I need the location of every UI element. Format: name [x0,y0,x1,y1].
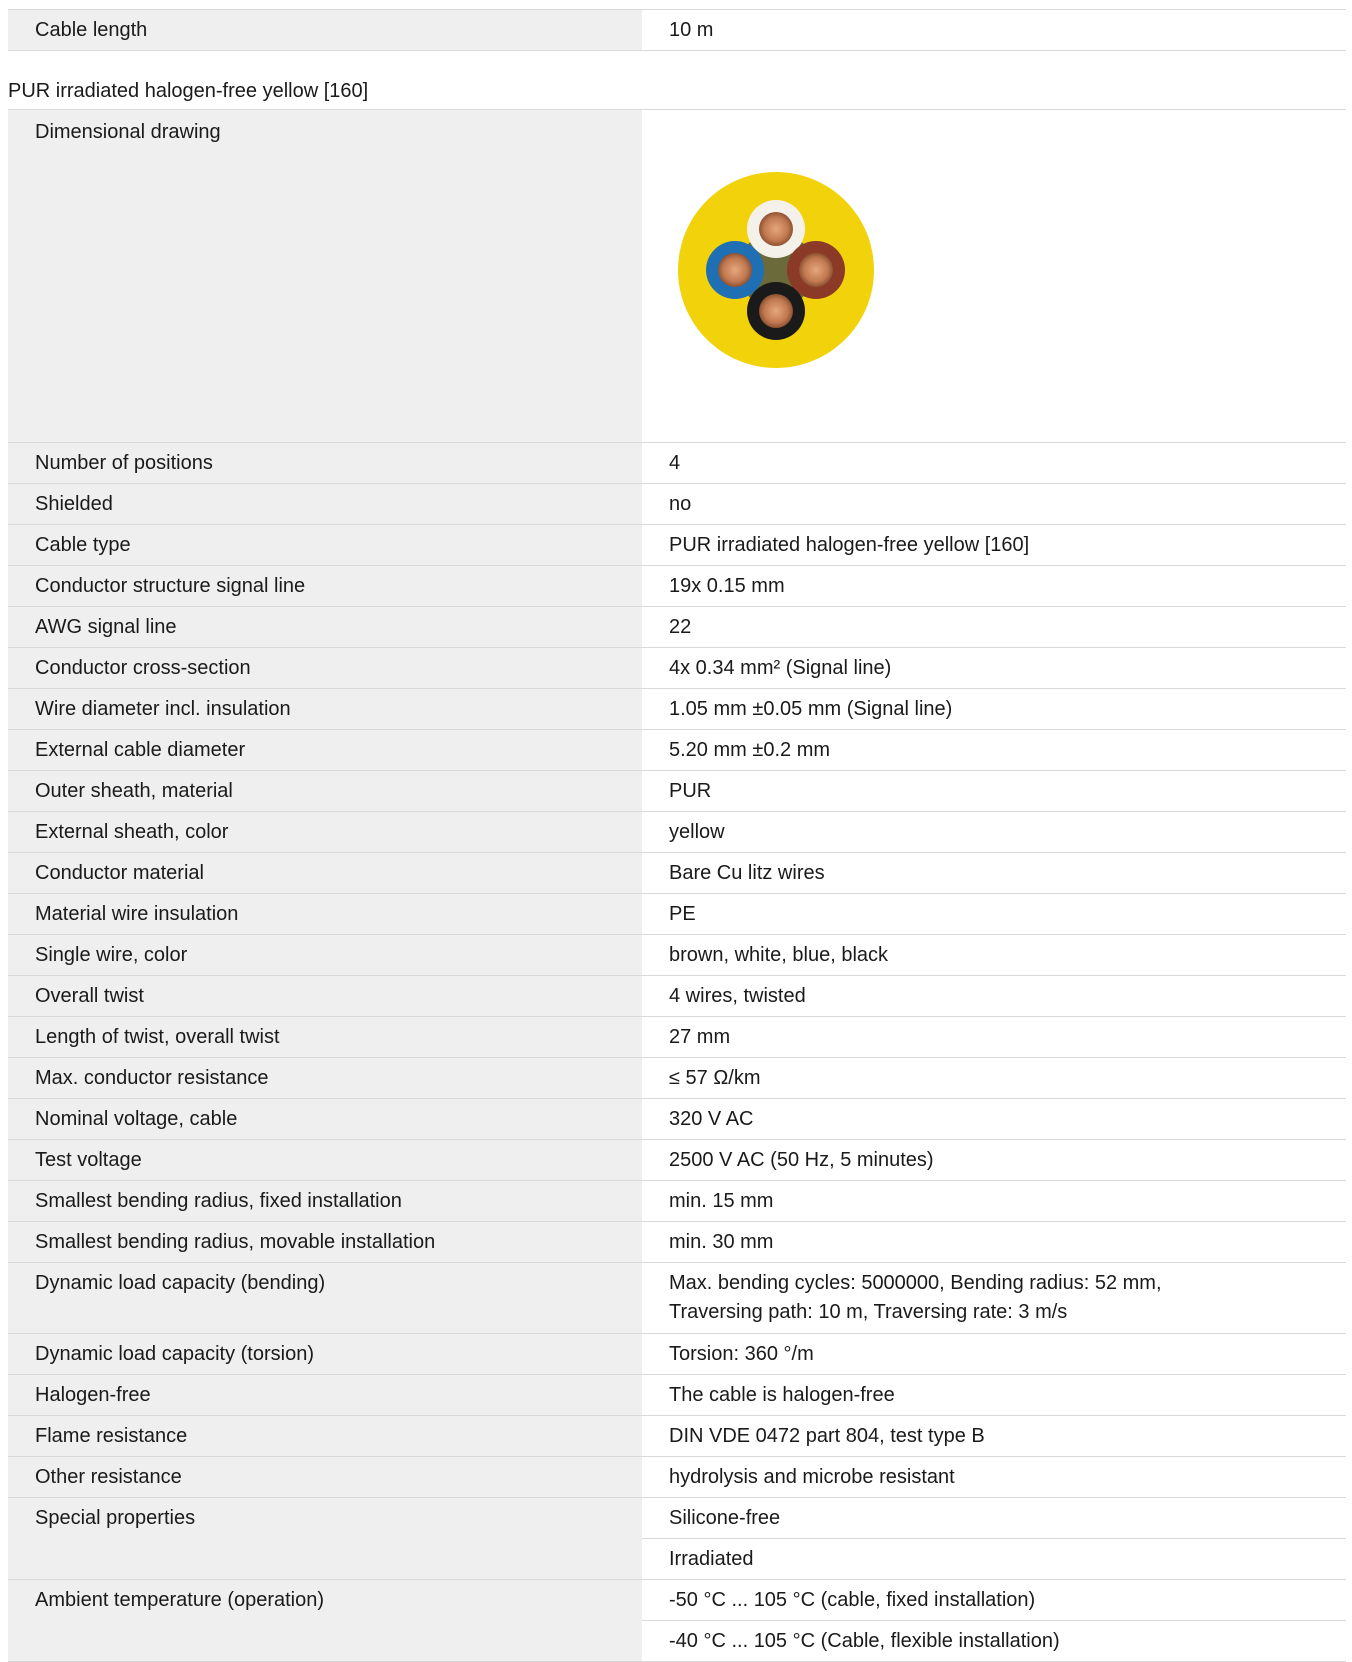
spec-label: AWG signal line [8,607,642,647]
spec-value: Max. bending cycles: 5000000, Bending ra… [642,1263,1346,1333]
spec-label: Wire diameter incl. insulation [8,689,642,729]
spec-row: Conductor material Bare Cu litz wires [8,853,1346,894]
spec-row: Max. conductor resistance ≤ 57 Ω/km [8,1058,1346,1099]
spec-value: min. 30 mm [669,1230,774,1253]
spec-value: hydrolysis and microbe resistant [669,1465,955,1488]
spec-label: Conductor cross-section [8,648,642,688]
spec-value: min. 15 mm [669,1189,774,1212]
spec-row: Number of positions 4 [8,443,1346,484]
spec-value: 2500 V AC (50 Hz, 5 minutes) [669,1148,934,1171]
spec-label: Dimensional drawing [8,110,642,442]
spec-label: Smallest bending radius, fixed installat… [8,1181,642,1221]
spec-value-line: Max. bending cycles: 5000000, Bending ra… [669,1272,1162,1294]
spec-value: Torsion: 360 °/m [669,1342,814,1365]
spec-label: Other resistance [8,1457,642,1497]
spec-value: -40 °C ... 105 °C (Cable, flexible insta… [642,1620,1346,1661]
spec-row: Test voltage 2500 V AC (50 Hz, 5 minutes) [8,1140,1346,1181]
spec-value: 1.05 mm ±0.05 mm (Signal line) [669,697,953,720]
spec-row: Smallest bending radius, fixed installat… [8,1181,1346,1222]
spec-label: Cable length [8,10,642,50]
spec-value: DIN VDE 0472 part 804, test type B [669,1424,985,1447]
spec-label: External cable diameter [8,730,642,770]
spec-row: Length of twist, overall twist 27 mm [8,1017,1346,1058]
spec-value: The cable is halogen-free [669,1383,895,1406]
spec-row: Halogen-free The cable is halogen-free [8,1375,1346,1416]
spec-row: External sheath, color yellow [8,812,1346,853]
spec-label: Outer sheath, material [8,771,642,811]
spec-label: Single wire, color [8,935,642,975]
spec-value: Irradiated [642,1538,1346,1579]
spec-value: 4x 0.34 mm² (Signal line) [669,656,892,679]
spec-row: Shielded no [8,484,1346,525]
spec-value: Silicone-free [669,1506,781,1529]
spec-value: 4 [669,451,681,474]
copper-core [799,253,833,287]
spec-row: Conductor structure signal line 19x 0.15 … [8,566,1346,607]
spec-label: Ambient temperature (operation) [8,1580,642,1661]
spec-value: PUR irradiated halogen-free yellow [160] [669,533,1030,556]
copper-core [759,212,793,246]
spec-value: PE [669,902,696,925]
spec-row: Conductor cross-section 4x 0.34 mm² (Sign… [8,648,1346,689]
cable-cross-section-drawing [678,172,874,368]
spec-value: Bare Cu litz wires [669,861,825,884]
section-title: PUR irradiated halogen-free yellow [160] [8,73,1346,110]
spec-value: 10 m [669,18,714,41]
spec-row-special-properties: Special properties Silicone-free Irradia… [8,1498,1346,1580]
spec-value-line: Traversing path: 10 m, Traversing rate: … [669,1301,1068,1323]
spec-row: Other resistance hydrolysis and microbe r… [8,1457,1346,1498]
spec-value: 4 wires, twisted [669,984,806,1007]
spec-value: no [669,492,692,515]
spec-row-bending: Dynamic load capacity (bending) Max. ben… [8,1263,1346,1334]
spec-label: Test voltage [8,1140,642,1180]
spec-label: Cable type [8,525,642,565]
copper-core [718,253,752,287]
spec-row: External cable diameter 5.20 mm ±0.2 mm [8,730,1346,771]
spec-value: ≤ 57 Ω/km [669,1066,761,1089]
spec-row: Dynamic load capacity (torsion) Torsion: … [8,1334,1346,1375]
spec-label: Shielded [8,484,642,524]
spec-value: 27 mm [669,1025,731,1048]
cable-cross-section-image [642,110,1346,442]
spec-value: PUR [669,779,712,802]
spec-label: Smallest bending radius, movable install… [8,1222,642,1262]
spec-row: Cable type PUR irradiated halogen-free ye… [8,525,1346,566]
spec-value: -50 °C ... 105 °C (cable, fixed installa… [669,1588,1036,1611]
spec-value: 5.20 mm ±0.2 mm [669,738,831,761]
spec-row-dimensional-drawing: Dimensional drawing [8,110,1346,443]
spec-row: Wire diameter incl. insulation 1.05 mm ±0… [8,689,1346,730]
spec-value: yellow [669,820,725,843]
spec-row: Overall twist 4 wires, twisted [8,976,1346,1017]
spec-value: brown, white, blue, black [669,943,889,966]
spec-table: Number of positions 4 Shielded no Cable ty… [8,443,1346,1662]
spec-row: AWG signal line 22 [8,607,1346,648]
spec-label: Overall twist [8,976,642,1016]
spec-value: 19x 0.15 mm [669,574,785,597]
spec-label: Max. conductor resistance [8,1058,642,1098]
spec-label: Material wire insulation [8,894,642,934]
spec-label: Dynamic load capacity (bending) [8,1263,642,1333]
spec-row-cable-length: Cable length 10 m [8,9,1346,51]
spec-label: Length of twist, overall twist [8,1017,642,1057]
spec-value: 320 V AC [669,1107,754,1130]
spec-label: Conductor material [8,853,642,893]
spec-row: Nominal voltage, cable 320 V AC [8,1099,1346,1140]
spec-value: 22 [669,615,692,638]
copper-core [759,294,793,328]
spec-label: External sheath, color [8,812,642,852]
spec-row-ambient-temperature: Ambient temperature (operation) -50 °C .… [8,1580,1346,1662]
spec-label: Number of positions [8,443,642,483]
spec-label: Flame resistance [8,1416,642,1456]
spec-row: Outer sheath, material PUR [8,771,1346,812]
spec-label: Conductor structure signal line [8,566,642,606]
spec-row: Smallest bending radius, movable install… [8,1222,1346,1263]
spec-row: Flame resistance DIN VDE 0472 part 804, t… [8,1416,1346,1457]
spec-label: Nominal voltage, cable [8,1099,642,1139]
spec-row: Single wire, color brown, white, blue, bl… [8,935,1346,976]
spec-row: Material wire insulation PE [8,894,1346,935]
spec-label: Dynamic load capacity (torsion) [8,1334,642,1374]
spec-label: Special properties [8,1498,642,1579]
spec-label: Halogen-free [8,1375,642,1415]
spec-sheet: Cable length 10 m PUR irradiated halogen… [8,0,1346,1662]
